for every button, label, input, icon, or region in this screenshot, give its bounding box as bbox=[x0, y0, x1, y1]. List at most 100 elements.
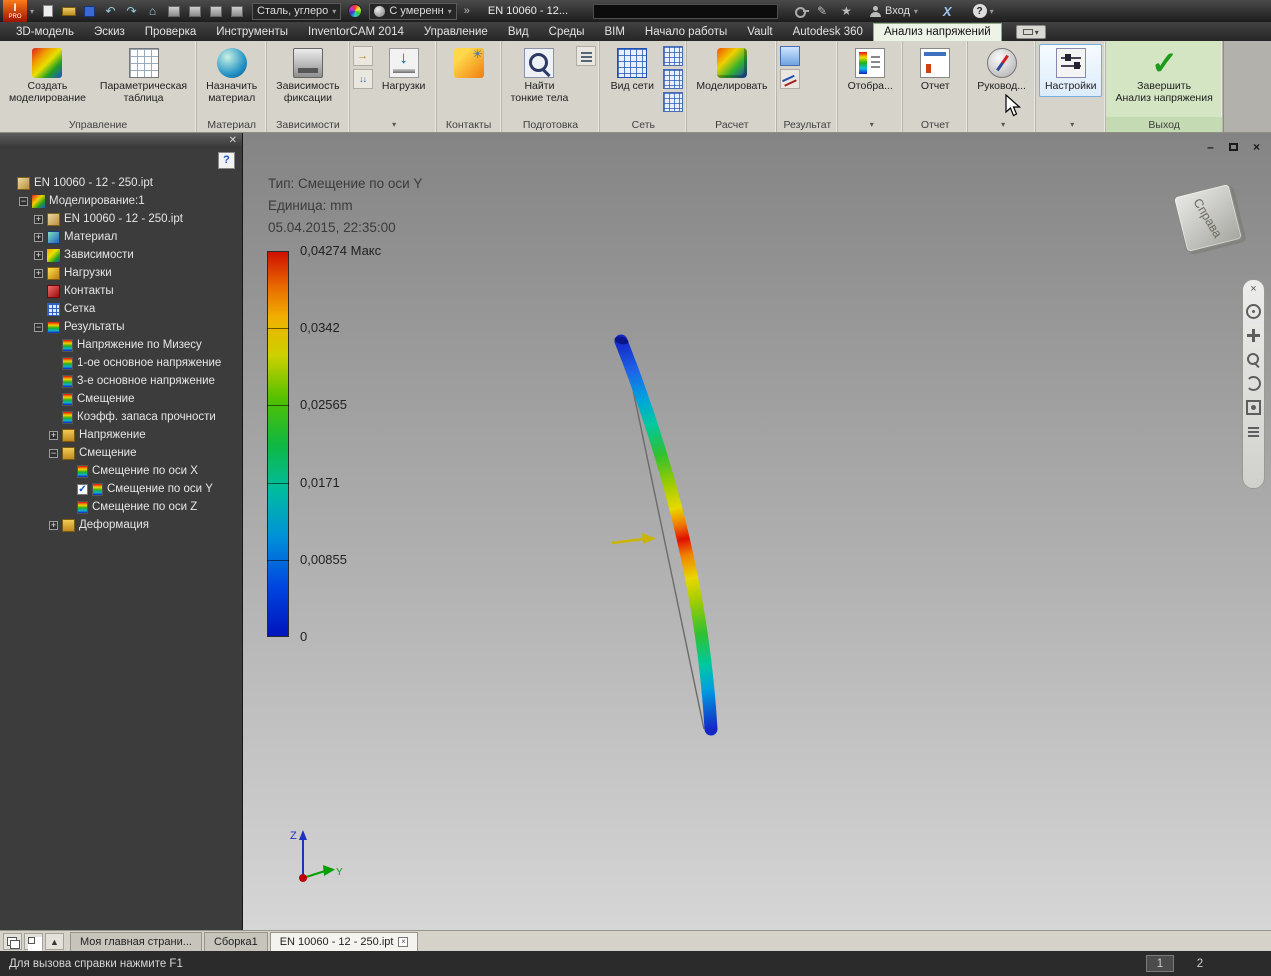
collapse-icon[interactable]: − bbox=[49, 448, 58, 458]
logo-caret-icon[interactable]: ▾ bbox=[30, 7, 34, 16]
visibility-checkbox[interactable]: ✓ bbox=[77, 483, 88, 495]
panel-label[interactable]: ▾ bbox=[1036, 117, 1106, 132]
ribbon-button-load[interactable]: Нагрузки bbox=[375, 44, 433, 97]
pan-icon[interactable] bbox=[1246, 328, 1261, 343]
panel-label[interactable]: Сеть bbox=[600, 117, 686, 132]
ribbon-tab[interactable]: Управление bbox=[414, 24, 498, 41]
new-file-icon[interactable] bbox=[39, 3, 56, 19]
undo-icon[interactable]: ↶ bbox=[102, 3, 119, 19]
ribbon-tab[interactable]: Инструменты bbox=[206, 24, 298, 41]
ribbon-button-finish[interactable]: Завершить Анализ напряжения bbox=[1109, 44, 1218, 109]
web-icon[interactable] bbox=[228, 3, 245, 19]
image-icon[interactable] bbox=[186, 3, 203, 19]
material-dropdown[interactable]: Сталь, углеро ▾ bbox=[252, 2, 342, 20]
browser-close-icon[interactable]: ✕ bbox=[229, 135, 237, 146]
inventor-logo[interactable]: I PRO bbox=[3, 0, 27, 22]
home-icon[interactable]: ⌂ bbox=[144, 3, 161, 19]
browser-header[interactable]: ✕ bbox=[0, 133, 242, 148]
tree-item[interactable]: Смещение bbox=[0, 390, 242, 408]
document-tab[interactable]: EN 10060 - 12 - 250.ipt × bbox=[269, 932, 419, 951]
tools-icon[interactable] bbox=[207, 3, 224, 19]
ribbon-tab[interactable]: Вид bbox=[498, 24, 539, 41]
probe-icon[interactable] bbox=[780, 46, 801, 66]
ribbon-tab[interactable]: Autodesk 360 bbox=[783, 24, 873, 41]
ribbon-tab[interactable]: 3D-модель bbox=[6, 24, 84, 41]
mesh-settings-icon[interactable] bbox=[663, 92, 684, 112]
panel-label[interactable]: ▾ bbox=[350, 117, 436, 132]
model-canvas[interactable]: Z Y bbox=[243, 133, 1271, 930]
browser-help-button[interactable]: ? bbox=[218, 151, 235, 169]
collapse-icon[interactable]: − bbox=[19, 196, 28, 206]
toolbar-overflow-button[interactable]: » bbox=[464, 5, 470, 17]
ribbon-button-report[interactable]: Отчет bbox=[906, 44, 964, 97]
panel-label[interactable]: ▾ bbox=[838, 117, 902, 132]
tree-item[interactable]: 1-ое основное напряжение bbox=[0, 354, 242, 372]
document-tab[interactable]: Сборка1 bbox=[203, 932, 268, 951]
ribbon-button-simulate[interactable]: Моделировать bbox=[690, 44, 773, 97]
panel-label[interactable]: Материал bbox=[197, 117, 266, 132]
close-icon[interactable]: × bbox=[1246, 284, 1261, 295]
ribbon-button-settings[interactable]: Настройки bbox=[1038, 44, 1103, 97]
ribbon-button-mesh[interactable]: Вид сети bbox=[603, 44, 661, 97]
ribbon-tab[interactable]: Проверка bbox=[135, 24, 207, 41]
ribbon-tab[interactable]: BIM bbox=[594, 24, 634, 41]
chart-icon[interactable] bbox=[780, 69, 801, 89]
expand-icon[interactable]: + bbox=[34, 232, 43, 242]
redo-icon[interactable]: ↷ bbox=[123, 3, 140, 19]
ribbon-button-contact[interactable] bbox=[440, 44, 498, 82]
star-icon[interactable] bbox=[841, 4, 857, 19]
panel-label[interactable]: Подготовка bbox=[502, 117, 600, 132]
tab-close-icon[interactable]: × bbox=[398, 937, 409, 947]
tree-item[interactable]: + Нагрузки bbox=[0, 264, 242, 282]
tree-item[interactable]: Сетка bbox=[0, 300, 242, 318]
exchange-apps-icon[interactable]: X bbox=[943, 4, 952, 19]
tree-item[interactable]: ✓ Смещение по оси Y bbox=[0, 480, 242, 498]
lookat-icon[interactable] bbox=[1246, 400, 1261, 415]
tree-item[interactable]: Контакты bbox=[0, 282, 242, 300]
ribbon-button-sim[interactable]: Создать моделирование bbox=[3, 44, 92, 109]
tree-item[interactable]: + EN 10060 - 12 - 250.ipt bbox=[0, 210, 242, 228]
ribbon-tab[interactable]: Vault bbox=[737, 24, 782, 41]
document-tab[interactable]: Моя главная страни... bbox=[70, 932, 202, 951]
cascade-windows-icon[interactable] bbox=[3, 933, 22, 950]
tree-item[interactable]: Напряжение по Мизесу bbox=[0, 336, 242, 354]
tree-item[interactable]: + Деформация bbox=[0, 516, 242, 534]
open-folder-icon[interactable] bbox=[60, 3, 77, 19]
ribbon-display-toggle[interactable]: ▾ bbox=[1015, 25, 1046, 39]
tree-item[interactable]: − Моделирование:1 bbox=[0, 192, 242, 210]
ribbon-tab[interactable]: InventorCAM 2014 bbox=[298, 24, 414, 41]
tree-item[interactable]: Смещение по оси Z bbox=[0, 498, 242, 516]
collapse-icon[interactable]: − bbox=[34, 322, 43, 332]
mesh-local-icon[interactable] bbox=[663, 69, 684, 89]
ribbon-button-legend[interactable]: Отобра... bbox=[841, 44, 899, 97]
expand-icon[interactable]: + bbox=[49, 520, 58, 530]
ribbon-tab[interactable]: Анализ напряжений bbox=[872, 23, 1002, 41]
collapse-tabs-icon[interactable]: ▲ bbox=[45, 933, 64, 950]
tree-item[interactable]: 3-е основное напряжение bbox=[0, 372, 242, 390]
panel-label[interactable]: Зависимости bbox=[267, 117, 348, 132]
color-wheel-icon[interactable] bbox=[348, 4, 363, 18]
pencil-icon[interactable] bbox=[817, 4, 833, 19]
tree-item[interactable]: − Результаты bbox=[0, 318, 242, 336]
more-icon[interactable] bbox=[1246, 424, 1261, 439]
expand-icon[interactable]: + bbox=[34, 214, 43, 224]
expand-icon[interactable]: + bbox=[34, 250, 43, 260]
signin-button[interactable]: Вход ▾ bbox=[870, 5, 918, 17]
force-icon[interactable] bbox=[352, 46, 373, 66]
appearance-dropdown[interactable]: С умеренн ▾ bbox=[369, 2, 457, 20]
ribbon-button-table[interactable]: Параметрическая таблица bbox=[94, 44, 193, 109]
wheel-icon[interactable] bbox=[1246, 304, 1261, 319]
graphics-viewport[interactable]: – × Тип: Смещение по оси Y Единица: mm 05.… bbox=[243, 133, 1271, 930]
tree-item[interactable]: + Напряжение bbox=[0, 426, 242, 444]
tree-item[interactable]: Смещение по оси X bbox=[0, 462, 242, 480]
panel-label[interactable]: Результат bbox=[777, 117, 837, 132]
ribbon-tab[interactable]: Начало работы bbox=[635, 24, 737, 41]
orbit-icon[interactable] bbox=[1246, 376, 1261, 391]
key-icon[interactable] bbox=[793, 4, 810, 19]
tree-item[interactable]: Коэфф. запаса прочности bbox=[0, 408, 242, 426]
sketch-icon[interactable] bbox=[165, 3, 182, 19]
tile-windows-icon[interactable] bbox=[24, 933, 43, 950]
expand-icon[interactable]: + bbox=[49, 430, 58, 440]
panel-label[interactable]: Расчет bbox=[687, 117, 776, 132]
zoom-icon[interactable] bbox=[1246, 352, 1261, 367]
